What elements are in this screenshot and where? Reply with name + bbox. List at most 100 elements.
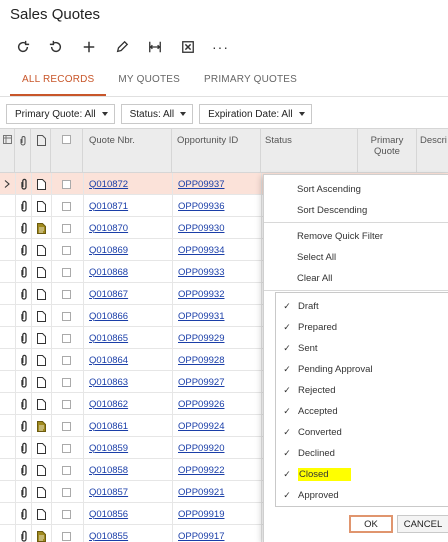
tab-my-quotes[interactable]: MY QUOTES <box>106 68 192 96</box>
sort-descending-item[interactable]: Sort Descending <box>264 200 448 221</box>
row-checkbox[interactable] <box>62 503 74 525</box>
row-checkbox[interactable] <box>62 459 74 481</box>
attachment-icon[interactable] <box>19 195 31 217</box>
quote-nbr-link[interactable]: Q010868 <box>89 261 128 283</box>
column-settings-icon[interactable] <box>0 129 15 174</box>
attachment-icon[interactable] <box>19 371 31 393</box>
quote-nbr-link[interactable]: Q010866 <box>89 305 128 327</box>
attachment-icon[interactable] <box>19 459 31 481</box>
opportunity-id-link[interactable]: OPP09924 <box>178 415 224 437</box>
header-primary-quote[interactable]: Primary Quote <box>358 129 417 174</box>
attachment-icon[interactable] <box>19 239 31 261</box>
attachment-icon[interactable] <box>19 173 31 195</box>
opportunity-id-link[interactable]: OPP09919 <box>178 503 224 525</box>
attachment-icon[interactable] <box>19 261 31 283</box>
status-value-item[interactable]: ✓ Closed <box>276 464 448 485</box>
attachment-icon[interactable] <box>19 217 31 239</box>
header-description[interactable]: Descri <box>417 129 448 174</box>
primary-quote-filter[interactable]: Primary Quote: All <box>6 104 115 124</box>
opportunity-id-link[interactable]: OPP09937 <box>178 173 224 195</box>
clear-all-item[interactable]: Clear All <box>264 268 448 289</box>
opportunity-id-link[interactable]: OPP09933 <box>178 261 224 283</box>
note-icon[interactable] <box>37 415 49 437</box>
quote-nbr-link[interactable]: Q010859 <box>89 437 128 459</box>
status-value-item[interactable]: ✓ Sent <box>276 338 448 359</box>
row-checkbox[interactable] <box>62 525 74 542</box>
attachment-icon[interactable] <box>19 393 31 415</box>
header-quote-nbr[interactable]: Quote Nbr. <box>83 129 172 174</box>
tab-primary-quotes[interactable]: PRIMARY QUOTES <box>192 68 309 96</box>
quote-nbr-link[interactable]: Q010861 <box>89 415 128 437</box>
fit-columns-button[interactable] <box>138 36 171 58</box>
note-icon[interactable] <box>37 437 49 459</box>
header-status[interactable]: Status <box>261 129 358 174</box>
status-value-item[interactable]: ✓ Accepted <box>276 401 448 422</box>
row-checkbox[interactable] <box>62 371 74 393</box>
status-value-item[interactable]: ✓ Declined <box>276 443 448 464</box>
refresh-button[interactable] <box>6 36 39 58</box>
quote-nbr-link[interactable]: Q010870 <box>89 217 128 239</box>
undo-button[interactable] <box>39 36 72 58</box>
tab-all-records[interactable]: ALL RECORDS <box>10 68 107 96</box>
status-value-item[interactable]: ✓ Draft <box>276 296 448 317</box>
row-checkbox[interactable] <box>62 393 74 415</box>
quote-nbr-link[interactable]: Q010858 <box>89 459 128 481</box>
note-icon[interactable] <box>37 393 49 415</box>
note-icon[interactable] <box>37 327 49 349</box>
quote-nbr-link[interactable]: Q010872 <box>89 173 128 195</box>
note-icon[interactable] <box>37 349 49 371</box>
status-value-item[interactable]: ✓ Pending Approval <box>276 359 448 380</box>
note-icon[interactable] <box>37 195 49 217</box>
opportunity-id-link[interactable]: OPP09930 <box>178 217 224 239</box>
note-icon[interactable] <box>37 173 49 195</box>
quote-nbr-link[interactable]: Q010864 <box>89 349 128 371</box>
row-checkbox[interactable] <box>62 481 74 503</box>
row-checkbox[interactable] <box>62 305 74 327</box>
attachment-icon[interactable] <box>19 525 31 542</box>
row-checkbox[interactable] <box>62 283 74 305</box>
opportunity-id-link[interactable]: OPP09934 <box>178 239 224 261</box>
opportunity-id-link[interactable]: OPP09922 <box>178 459 224 481</box>
note-icon[interactable] <box>37 525 49 542</box>
sort-ascending-item[interactable]: Sort Ascending <box>264 179 448 200</box>
select-all-checkbox[interactable] <box>51 129 83 174</box>
attachment-icon[interactable] <box>19 503 31 525</box>
row-checkbox[interactable] <box>62 195 74 217</box>
status-value-item[interactable]: ✓ Rejected <box>276 380 448 401</box>
quote-nbr-link[interactable]: Q010856 <box>89 503 128 525</box>
cancel-button[interactable]: CANCEL <box>397 515 448 533</box>
status-value-item[interactable]: ✓ Converted <box>276 422 448 443</box>
attachment-icon[interactable] <box>19 305 31 327</box>
opportunity-id-link[interactable]: OPP09926 <box>178 393 224 415</box>
row-checkbox[interactable] <box>62 327 74 349</box>
select-all-item[interactable]: Select All <box>264 247 448 268</box>
more-button[interactable]: ··· <box>204 36 237 58</box>
status-value-item[interactable]: ✓ Approved <box>276 485 448 506</box>
header-opportunity-id[interactable]: Opportunity ID <box>172 129 261 174</box>
attachment-icon[interactable] <box>19 415 31 437</box>
opportunity-id-link[interactable]: OPP09936 <box>178 195 224 217</box>
remove-quick-filter-item[interactable]: Remove Quick Filter <box>264 226 448 247</box>
row-checkbox[interactable] <box>62 239 74 261</box>
row-checkbox[interactable] <box>62 173 74 195</box>
opportunity-id-link[interactable]: OPP09927 <box>178 371 224 393</box>
attachment-icon[interactable] <box>19 481 31 503</box>
edit-button[interactable] <box>105 36 138 58</box>
note-icon[interactable] <box>37 481 49 503</box>
attachment-icon[interactable] <box>19 283 31 305</box>
row-checkbox[interactable] <box>62 349 74 371</box>
opportunity-id-link[interactable]: OPP09931 <box>178 305 224 327</box>
opportunity-id-link[interactable]: OPP09929 <box>178 327 224 349</box>
note-icon[interactable] <box>37 305 49 327</box>
status-filter[interactable]: Status: All <box>120 104 194 124</box>
opportunity-id-link[interactable]: OPP09928 <box>178 349 224 371</box>
status-value-item[interactable]: ✓ Prepared <box>276 317 448 338</box>
quote-nbr-link[interactable]: Q010871 <box>89 195 128 217</box>
quote-nbr-link[interactable]: Q010862 <box>89 393 128 415</box>
note-icon[interactable] <box>37 503 49 525</box>
ok-button[interactable]: OK <box>349 515 393 533</box>
quote-nbr-link[interactable]: Q010869 <box>89 239 128 261</box>
attachment-icon[interactable] <box>19 437 31 459</box>
quote-nbr-link[interactable]: Q010863 <box>89 371 128 393</box>
note-icon[interactable] <box>37 459 49 481</box>
